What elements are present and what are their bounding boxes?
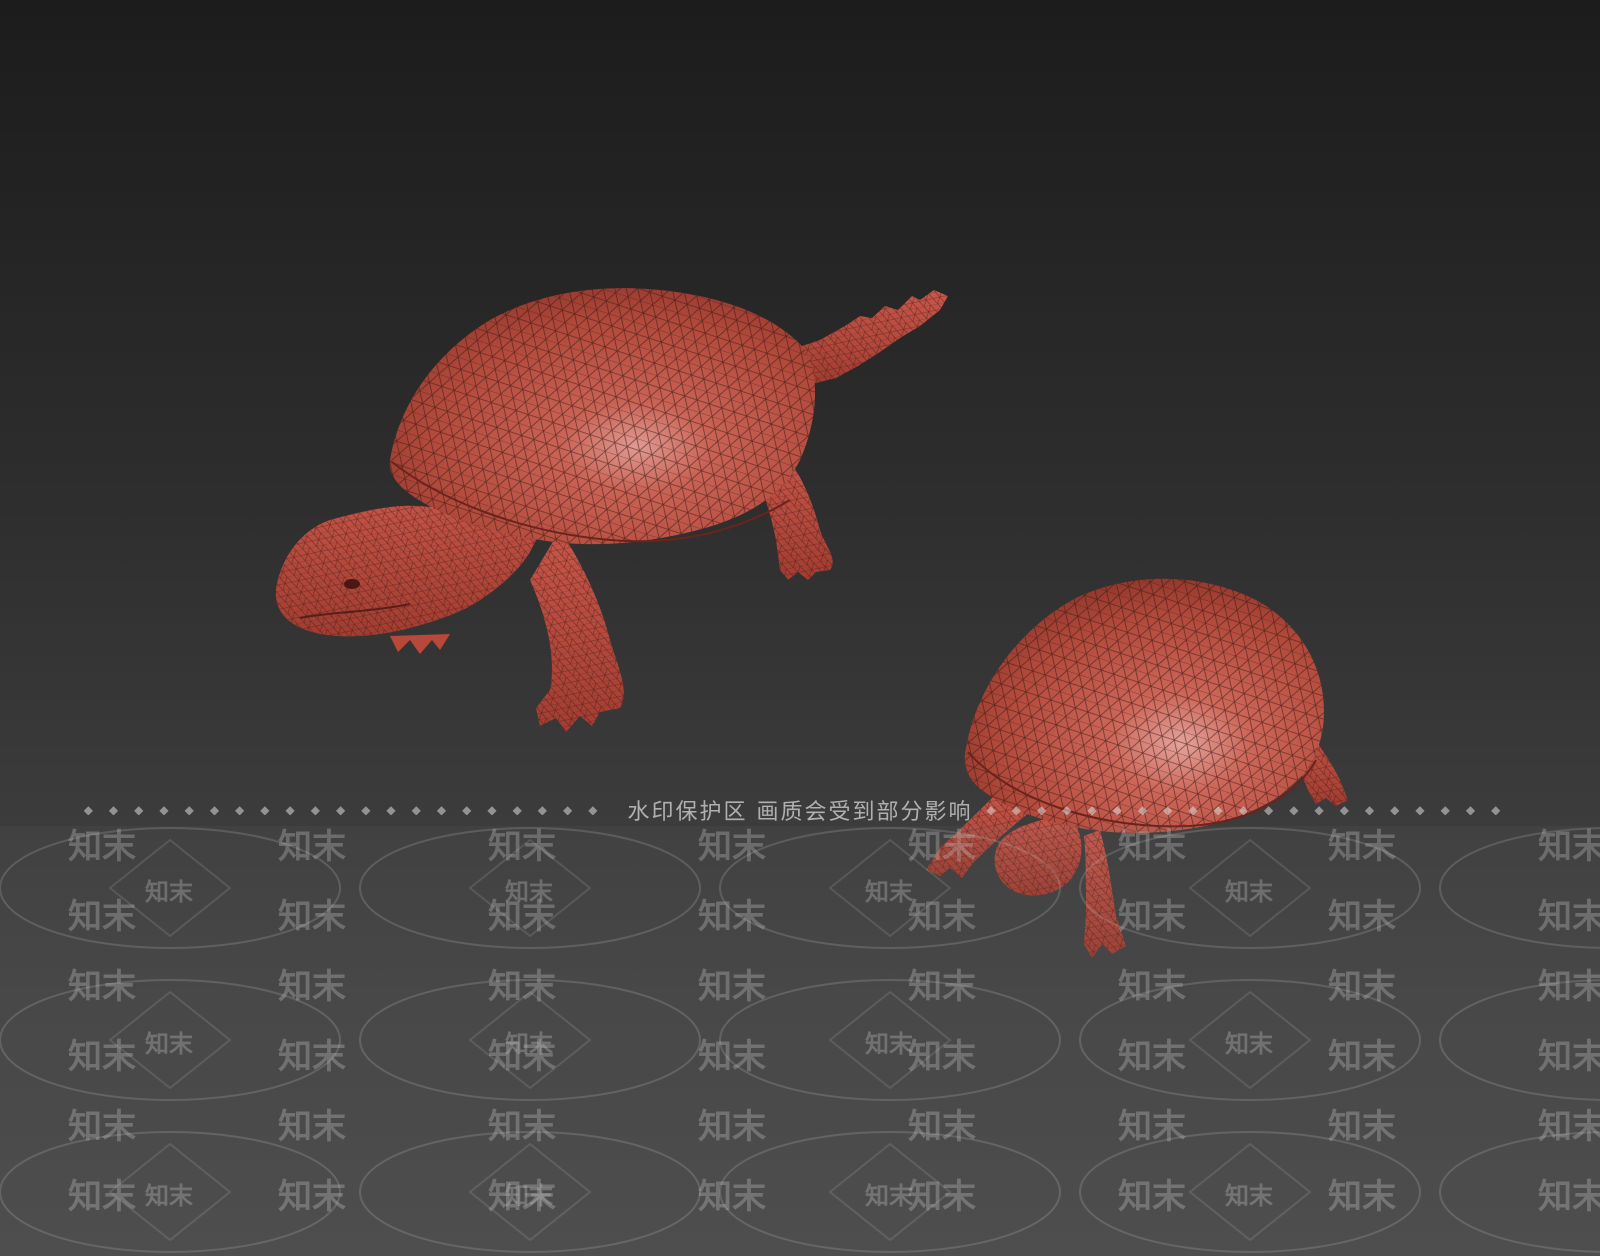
watermark-mark: 知末 [1538, 1037, 1600, 1077]
watermark-mark-small: 知末 [865, 878, 914, 906]
watermark-mark-small: 知末 [1225, 1182, 1274, 1210]
watermark-mark: 知末 [278, 897, 346, 937]
watermark-mark: 知末 [1538, 1177, 1600, 1217]
watermark-mark: 知末 [1328, 1037, 1396, 1077]
watermark-mark: 知末 [1328, 1107, 1396, 1147]
watermark-divider: ◆◆◆◆◆◆◆◆◆◆◆◆◆◆◆◆◆◆◆◆◆ 水印保护区 画质会受到部分影响 ◆◆… [0, 796, 1600, 825]
watermark-mark-small: 知末 [865, 1182, 914, 1210]
watermark-notice: 水印保护区 画质会受到部分影响 [627, 800, 973, 825]
watermark-mark: 知末 [698, 967, 766, 1007]
watermark-mark: 知末 [1118, 897, 1186, 937]
watermark-mark: 知末 [488, 967, 556, 1007]
watermark-mark: 知末 [1118, 827, 1186, 867]
watermark-mark: 知末 [698, 1107, 766, 1147]
watermark-mark: 知末 [1538, 967, 1600, 1007]
watermark-mark: 知末 [1118, 1107, 1186, 1147]
watermark-mark-small: 知末 [1225, 1030, 1274, 1058]
watermark-mark: 知末 [68, 1107, 136, 1147]
watermark-mark: 知末 [908, 967, 976, 1007]
watermark-mark: 知末 [908, 1107, 976, 1147]
watermark-mark-small: 知末 [145, 1030, 194, 1058]
watermark-mark-small: 知末 [145, 1182, 194, 1210]
watermark-pattern: 知末 知末 知末 知末 知末 知末 知末 知末知末 知末 知末 知末 知末 知末 知末 知末知末 知末 知末 知末… [0, 827, 1600, 1253]
watermark-mark: 知末 [908, 1037, 976, 1077]
watermark-mark: 知末 [68, 1177, 136, 1217]
watermark-mark-small: 知末 [505, 1030, 554, 1058]
watermark-mark: 知末 [698, 1037, 766, 1077]
watermark-mark: 知末 [1538, 897, 1600, 937]
watermark-mark: 知末 [68, 1037, 136, 1077]
watermark-mark: 知末 [68, 967, 136, 1007]
watermark-mark-small: 知末 [505, 1182, 554, 1210]
watermark-mark: 知末 [68, 827, 136, 867]
watermark-mark: 知末 [698, 1177, 766, 1217]
watermark-mark: 知末 [488, 1107, 556, 1147]
watermark-mark: 知末 [68, 897, 136, 937]
watermark-mark: 知末 [698, 827, 766, 867]
watermark-mark: 知末 [488, 827, 556, 867]
watermark-mark-small: 知末 [505, 878, 554, 906]
watermark-mark: 知末 [1328, 897, 1396, 937]
watermark-mark: 知末 [278, 827, 346, 867]
watermark-mark: 知末 [1328, 827, 1396, 867]
watermark-mark: 知末 [1118, 1177, 1186, 1217]
watermark-mark: 知末 [278, 1037, 346, 1077]
watermark-mark: 知末 [278, 1107, 346, 1147]
watermark-mark: 知末 [908, 897, 976, 937]
watermark-mark-small: 知末 [1225, 878, 1274, 906]
watermark-mark: 知末 [1328, 967, 1396, 1007]
watermark-mark: 知末 [1328, 1177, 1396, 1217]
watermark-mark: 知末 [908, 827, 976, 867]
watermark-mark: 知末 [278, 1177, 346, 1217]
watermark-mark: 知末 [1538, 1107, 1600, 1147]
watermark-dots-right: ◆◆◆◆◆◆◆◆◆◆◆◆◆◆◆◆◆◆◆◆◆ [986, 805, 1517, 815]
watermark-mark: 知末 [698, 897, 766, 937]
watermark-mark: 知末 [1538, 827, 1600, 867]
watermark-mark: 知末 [908, 1177, 976, 1217]
watermark-mark: 知末 [1118, 1037, 1186, 1077]
watermark-mark: 知末 [278, 967, 346, 1007]
watermark-dots-left: ◆◆◆◆◆◆◆◆◆◆◆◆◆◆◆◆◆◆◆◆◆ [83, 805, 614, 815]
watermark-mark: 知末 [1118, 967, 1186, 1007]
3d-viewport: 知末 知末 知末 知末 知末 知末 知末 知末 知末 知末 知末 知末 知末 知末 知末 知末 知末 知末 知末 知末… [0, 0, 1600, 1256]
watermark-mark-small: 知末 [865, 1030, 914, 1058]
watermark-mark-small: 知末 [145, 878, 194, 906]
